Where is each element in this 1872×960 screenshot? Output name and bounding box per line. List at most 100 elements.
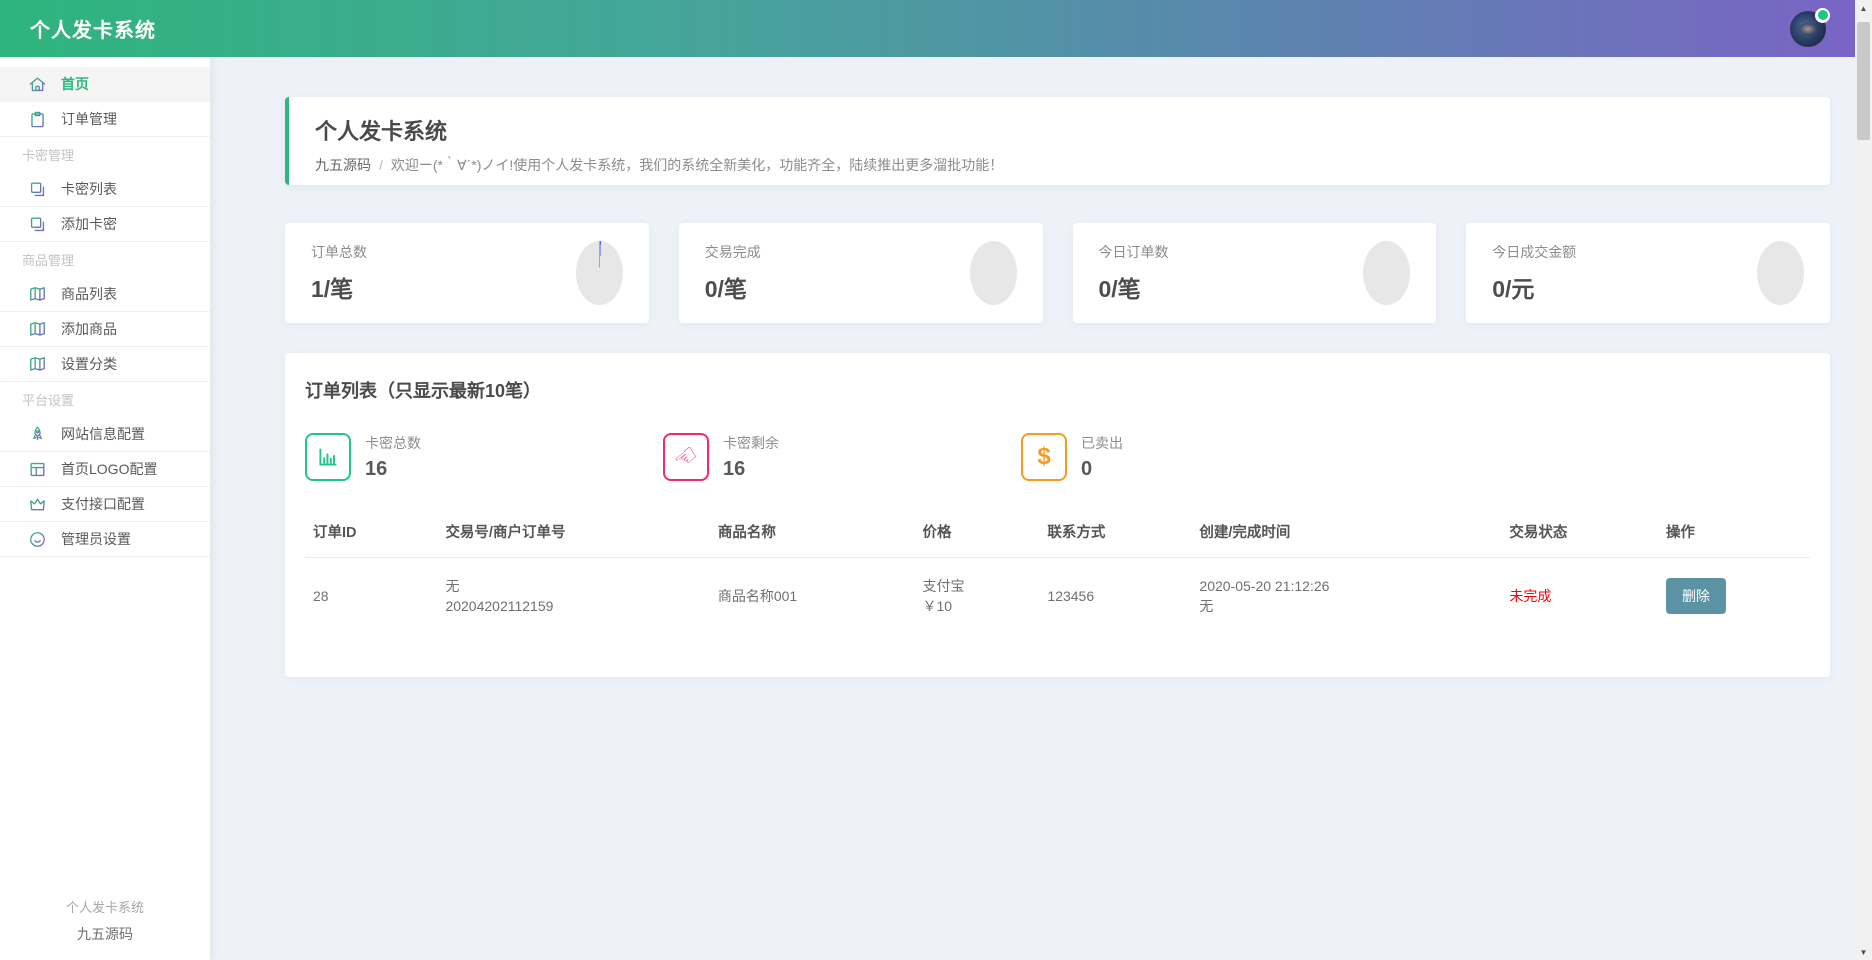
sidebar-item-label: 网站信息配置 xyxy=(61,424,145,444)
stat-label: 订单总数 xyxy=(311,242,367,262)
main-content: 个人发卡系统 九五源码 / 欢迎ー(*｀∀´*)ノイ!使用个人发卡系统，我们的系… xyxy=(210,57,1855,960)
mini-stat-value: 0 xyxy=(1081,458,1123,481)
sidebar-item-label: 添加商品 xyxy=(61,319,117,339)
welcome-brand: 九五源码 xyxy=(315,155,371,175)
sidebar-item-payment-config[interactable]: 支付接口配置 xyxy=(0,487,210,522)
col-price: 价格 xyxy=(915,507,1040,558)
sidebar-item-home[interactable]: 首页 xyxy=(0,67,210,102)
scroll-down-arrow[interactable]: ▼ xyxy=(1855,944,1872,960)
cell-product-name: 商品名称001 xyxy=(710,558,915,635)
order-list-title: 订单列表（只显示最新10笔） xyxy=(305,377,1810,403)
cell-contact: 123456 xyxy=(1039,558,1191,635)
stat-label: 今日订单数 xyxy=(1099,242,1169,262)
sidebar-item-label: 添加卡密 xyxy=(61,214,117,234)
sidebar-section-cards: 卡密管理 xyxy=(0,137,210,172)
welcome-message: 欢迎ー(*｀∀´*)ノイ!使用个人发卡系统，我们的系统全新美化，功能齐全，陆续推… xyxy=(391,155,1003,175)
sidebar-item-admin-settings[interactable]: 管理员设置 xyxy=(0,522,210,557)
mini-stat-card-total: 卡密总数 16 xyxy=(305,433,663,481)
sidebar-item-label: 商品列表 xyxy=(61,284,117,304)
vertical-scrollbar[interactable]: ▲ ▼ xyxy=(1855,0,1872,960)
stat-card-today-amount: 今日成交金额 0/元 xyxy=(1466,223,1830,323)
mini-stat-value: 16 xyxy=(723,458,779,481)
col-time: 创建/完成时间 xyxy=(1191,507,1501,558)
cell-time: 2020-05-20 21:12:26 无 xyxy=(1191,558,1501,635)
scrollbar-thumb[interactable] xyxy=(1857,22,1870,140)
copy-icon xyxy=(28,180,47,199)
stat-card-completed: 交易完成 0/笔 xyxy=(679,223,1043,323)
app-title: 个人发卡系统 xyxy=(30,14,156,43)
stat-label: 交易完成 xyxy=(705,242,761,262)
cell-price: 支付宝 ￥10 xyxy=(915,558,1040,635)
cell-status: 未完成 xyxy=(1501,558,1658,635)
bar-chart-icon xyxy=(305,433,351,481)
online-status-badge xyxy=(1815,8,1830,23)
col-trade-no: 交易号/商户订单号 xyxy=(437,507,709,558)
order-list-panel: 订单列表（只显示最新10笔） 卡密总数 16 ☜ 卡密剩余 16 xyxy=(285,353,1830,677)
sidebar-item-label: 管理员设置 xyxy=(61,529,131,549)
stat-cards-row: 订单总数 1/笔 交易完成 0/笔 今日订单数 0/笔 今日成交金额 0/元 xyxy=(285,223,1830,323)
sidebar-item-label: 支付接口配置 xyxy=(61,494,145,514)
sidebar-item-card-list[interactable]: 卡密列表 xyxy=(0,172,210,207)
stat-value: 0/元 xyxy=(1492,270,1576,304)
sidebar-item-product-list[interactable]: 商品列表 xyxy=(0,277,210,312)
hand-pointer-icon: ☜ xyxy=(663,433,709,481)
mini-stat-value: 16 xyxy=(365,458,421,481)
book-icon xyxy=(28,355,47,374)
sidebar-item-card-add[interactable]: 添加卡密 xyxy=(0,207,210,242)
copy-icon xyxy=(28,215,47,234)
layout-icon xyxy=(28,460,47,479)
table-row: 28 无 20204202112159 商品名称001 支付宝 ￥10 1234… xyxy=(305,558,1810,635)
footer-brand-name: 九五源码 xyxy=(0,924,210,944)
cell-order-id: 28 xyxy=(305,558,437,635)
book-icon xyxy=(28,285,47,304)
cell-trade-no: 无 20204202112159 xyxy=(437,558,709,635)
col-status: 交易状态 xyxy=(1501,507,1658,558)
col-order-id: 订单ID xyxy=(305,507,437,558)
stat-card-today-orders: 今日订单数 0/笔 xyxy=(1073,223,1437,323)
status-badge: 未完成 xyxy=(1509,588,1551,604)
mini-stat-label: 卡密总数 xyxy=(365,433,421,453)
col-product-name: 商品名称 xyxy=(710,507,915,558)
rocket-icon xyxy=(28,425,47,444)
sidebar-item-logo-config[interactable]: 首页LOGO配置 xyxy=(0,452,210,487)
orders-table: 订单ID 交易号/商户订单号 商品名称 价格 联系方式 创建/完成时间 交易状态… xyxy=(305,507,1810,635)
sidebar-item-product-add[interactable]: 添加商品 xyxy=(0,312,210,347)
crown-icon xyxy=(28,495,47,514)
pie-chart xyxy=(1757,241,1804,305)
mini-stat-label: 已卖出 xyxy=(1081,433,1123,453)
dollar-icon: $ xyxy=(1021,433,1067,481)
sidebar-item-site-info[interactable]: 网站信息配置 xyxy=(0,417,210,452)
sidebar-footer: 个人发卡系统 九五源码 xyxy=(0,897,210,944)
stat-card-total-orders: 订单总数 1/笔 xyxy=(285,223,649,323)
card-stats-row: 卡密总数 16 ☜ 卡密剩余 16 $ 已卖出 0 xyxy=(305,433,1810,481)
sidebar-item-category[interactable]: 设置分类 xyxy=(0,347,210,382)
welcome-title: 个人发卡系统 xyxy=(315,114,1804,146)
mini-stat-card-remaining: ☜ 卡密剩余 16 xyxy=(663,433,1021,481)
book-icon xyxy=(28,320,47,339)
mini-stat-label: 卡密剩余 xyxy=(723,433,779,453)
sidebar-section-platform: 平台设置 xyxy=(0,382,210,417)
col-contact: 联系方式 xyxy=(1039,507,1191,558)
pie-chart xyxy=(1363,241,1410,305)
clipboard-icon xyxy=(28,110,47,129)
sidebar-item-orders[interactable]: 订单管理 xyxy=(0,102,210,137)
stat-value: 0/笔 xyxy=(1099,270,1169,304)
pie-chart xyxy=(576,241,623,305)
mini-stat-sold: $ 已卖出 0 xyxy=(1021,433,1379,481)
delete-button[interactable]: 删除 xyxy=(1666,578,1726,614)
scroll-up-arrow[interactable]: ▲ xyxy=(1855,0,1872,16)
stat-value: 1/笔 xyxy=(311,270,367,304)
welcome-subtitle: 九五源码 / 欢迎ー(*｀∀´*)ノイ!使用个人发卡系统，我们的系统全新美化，功… xyxy=(315,155,1804,175)
stat-value: 0/笔 xyxy=(705,270,761,304)
stat-label: 今日成交金额 xyxy=(1492,242,1576,262)
sidebar-item-label: 首页LOGO配置 xyxy=(61,459,157,479)
table-header-row: 订单ID 交易号/商户订单号 商品名称 价格 联系方式 创建/完成时间 交易状态… xyxy=(305,507,1810,558)
footer-system-name: 个人发卡系统 xyxy=(0,897,210,916)
pie-chart xyxy=(970,241,1017,305)
cell-action: 删除 xyxy=(1658,558,1810,635)
sidebar-item-label: 设置分类 xyxy=(61,354,117,374)
sidebar-item-label: 订单管理 xyxy=(61,109,117,129)
user-avatar[interactable] xyxy=(1790,11,1826,47)
smiley-icon xyxy=(28,530,47,549)
welcome-separator: / xyxy=(379,157,383,173)
